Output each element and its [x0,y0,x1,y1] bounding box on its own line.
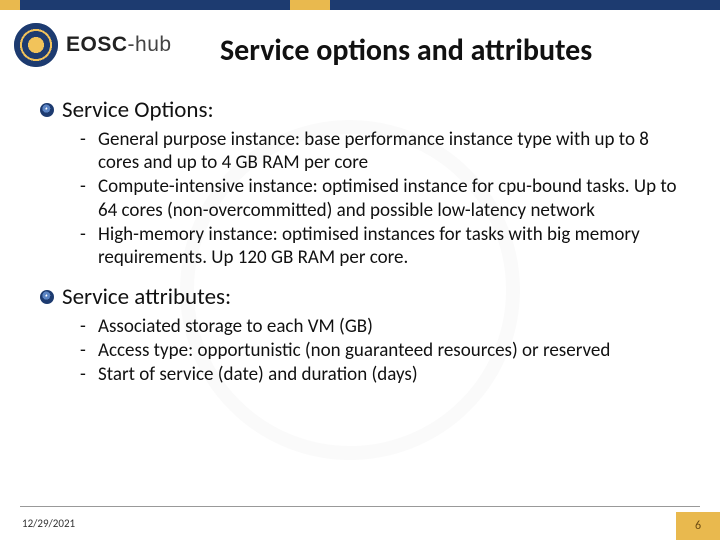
list-item: Access type: opportunistic (non guarante… [80,339,690,362]
list-item: Compute-intensive instance: optimised in… [80,175,690,221]
eosc-logo-icon [14,23,58,67]
section-list: Associated storage to each VM (GB) Acces… [80,315,690,387]
page-number-badge: 6 [676,512,720,540]
top-accent-bar [0,0,720,10]
bullet-icon [40,103,54,117]
footer: 12/29/2021 6 [0,506,720,540]
slide-title: Service options and attributes [220,32,700,69]
brand-name-thin: -hub [128,33,172,56]
list-item: High-memory instance: optimised instance… [80,223,690,269]
slide-body: Service Options: General purpose instanc… [40,96,690,401]
slide: EOSC-hub Service options and attributes … [0,0,720,540]
section-heading: Service Options: [40,96,690,124]
brand-name: EOSC-hub [66,33,172,57]
section-heading: Service attributes: [40,283,690,311]
header: EOSC-hub Service options and attributes [0,10,720,80]
brand-logo: EOSC-hub [14,23,172,67]
brand-name-bold: EOSC [66,33,128,56]
page-number: 6 [695,519,701,533]
section-heading-text: Service Options: [62,96,214,124]
bullet-icon [40,290,54,304]
section-list: General purpose instance: base performan… [80,128,690,269]
footer-divider [20,506,700,507]
footer-date: 12/29/2021 [22,517,75,530]
list-item: Start of service (date) and duration (da… [80,363,690,386]
list-item: Associated storage to each VM (GB) [80,315,690,338]
section-heading-text: Service attributes: [62,283,231,311]
list-item: General purpose instance: base performan… [80,128,690,174]
